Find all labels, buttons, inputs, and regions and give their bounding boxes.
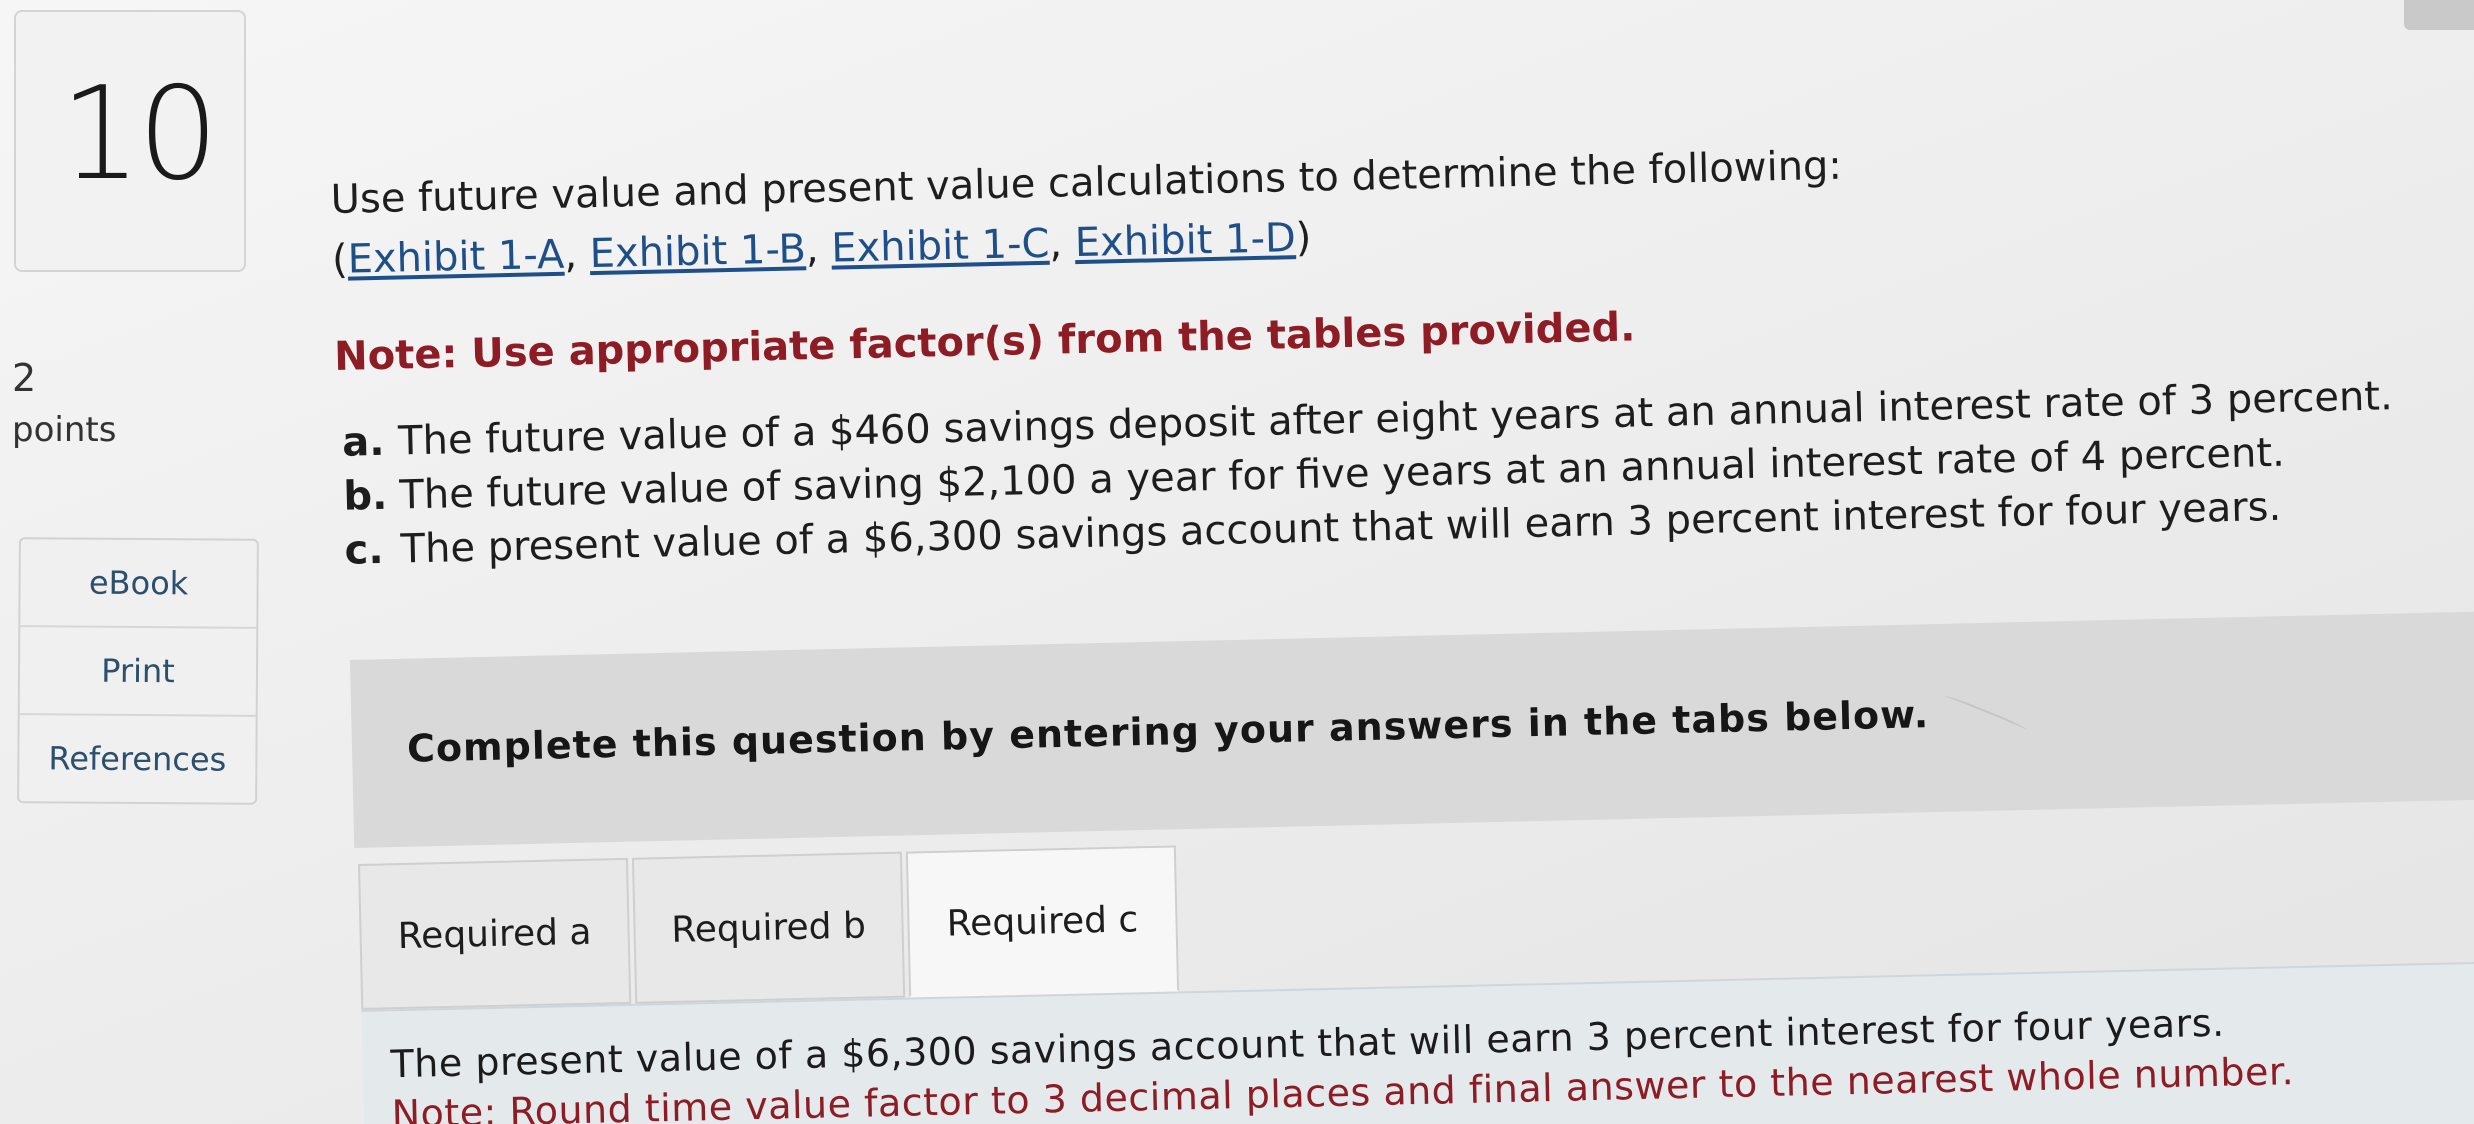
exhibit-sep: , [805, 225, 832, 273]
tab-required-b[interactable]: Required b [631, 851, 906, 1004]
page: 10 2 points eBook Print References Use f… [0, 0, 2474, 1124]
factor-note: Note: Use appropriate factor(s) from the… [333, 304, 1636, 380]
instruction-text: Complete this question by entering your … [406, 692, 1930, 771]
tab-row: Required a Required b Required c [358, 845, 1180, 1010]
exhibit-sep: , [563, 231, 591, 278]
exhibit-1d-link[interactable]: Exhibit 1-D [1074, 215, 1296, 266]
exhibit-1b-link[interactable]: Exhibit 1-B [589, 226, 806, 277]
points-label: points [12, 410, 117, 450]
exhibit-1a-link[interactable]: Exhibit 1-A [347, 232, 565, 283]
answer-tabs-area: Required a Required b Required c The pre… [358, 815, 2474, 1124]
question-items: a. The future value of a $460 savings de… [336, 368, 2469, 578]
item-letter: b. [342, 472, 388, 520]
tab-required-c[interactable]: Required c [905, 845, 1180, 998]
item-letter: a. [341, 418, 385, 466]
top-corner-tab [2404, 0, 2474, 30]
item-letter: c. [344, 526, 385, 574]
question-number: 10 [60, 60, 219, 209]
panel-content: The present value of a $6,300 savings ac… [390, 996, 2295, 1124]
references-link[interactable]: References [19, 715, 256, 803]
exhibit-paren-open: ( [331, 236, 349, 283]
side-links-panel: eBook Print References [17, 537, 259, 805]
instruction-band: Complete this question by entering your … [350, 610, 2474, 848]
exhibit-paren-close: ) [1295, 214, 1312, 262]
exhibit-sep: , [1048, 220, 1076, 267]
print-link[interactable]: Print [19, 627, 257, 717]
tab-required-a[interactable]: Required a [358, 857, 632, 1010]
points-value: 2 [12, 356, 37, 400]
exhibit-1c-link[interactable]: Exhibit 1-C [831, 221, 1050, 272]
question-content: Use future value and present value calcu… [330, 122, 2469, 578]
ebook-link[interactable]: eBook [20, 539, 257, 629]
